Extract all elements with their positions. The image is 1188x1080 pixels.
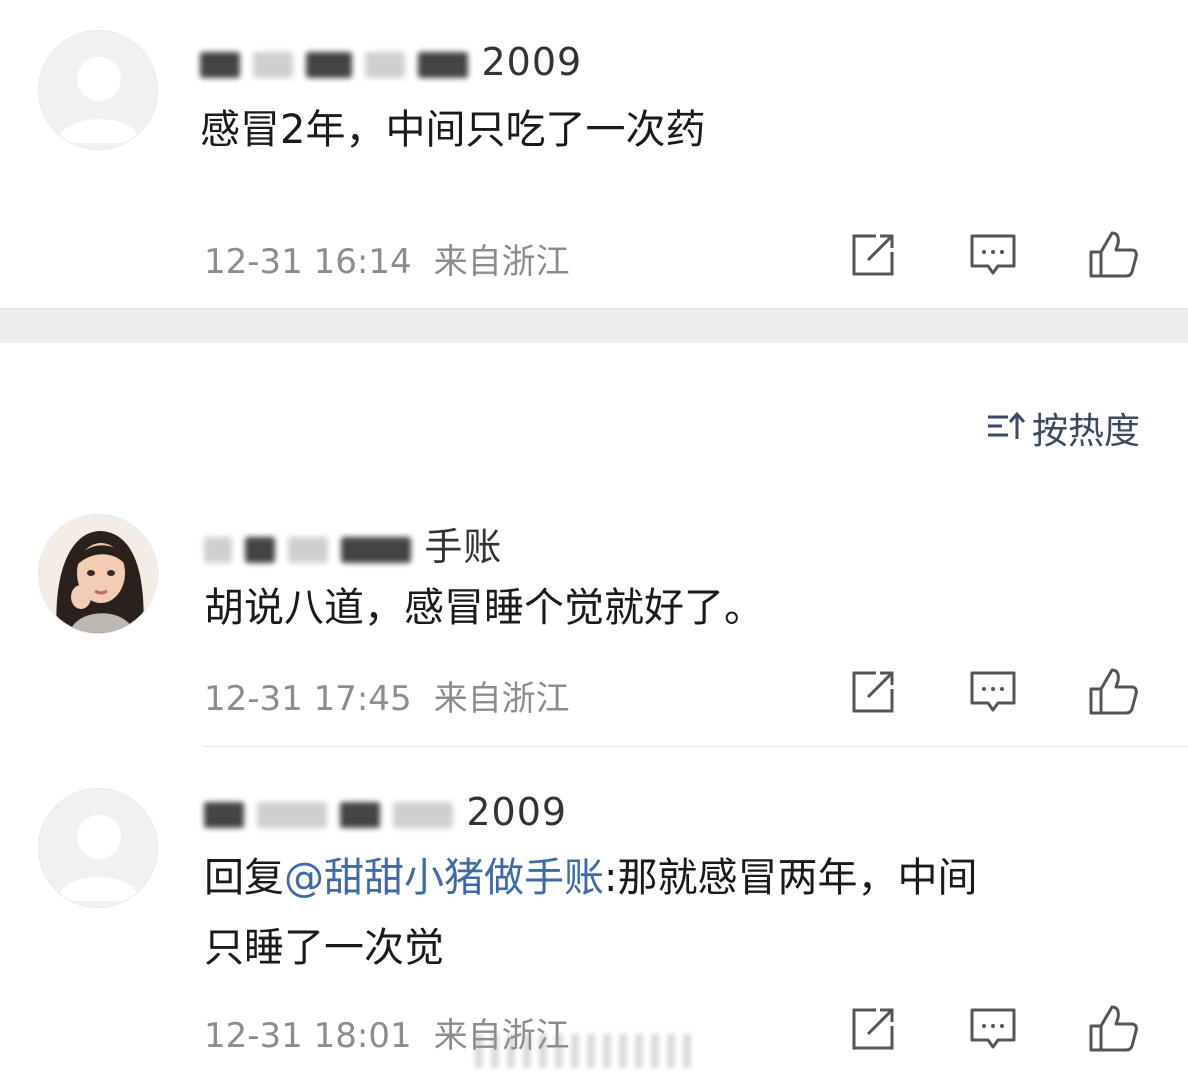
username-visible: 2009 [466, 790, 568, 834]
comment-text: 胡说八道，感冒睡个觉就好了。 [204, 585, 764, 631]
username[interactable]: 手账 [204, 516, 502, 571]
redacted-name-part [341, 536, 412, 563]
comment-time: 12-31 17:45 [204, 679, 412, 719]
comment-icon [970, 671, 1016, 712]
watermark-overlay [475, 1034, 695, 1068]
section-divider [0, 308, 1188, 343]
share-button[interactable] [846, 228, 900, 282]
comment-time: 12-31 18:01 [204, 1016, 412, 1056]
sort-label: 按热度 [1031, 411, 1140, 452]
comment-button[interactable] [966, 1002, 1020, 1056]
redacted-name-part [204, 801, 244, 828]
mention-link[interactable]: @甜甜小猪做手账 [284, 855, 604, 901]
default-avatar[interactable] [38, 788, 158, 908]
thumbs-up-icon [1089, 1005, 1138, 1052]
share-icon [852, 1008, 894, 1050]
redacted-name-part [340, 801, 381, 828]
comment-meta: 12-31 17:45 来自浙江 [204, 671, 570, 720]
share-icon [852, 671, 894, 713]
sort-by-hot-button[interactable]: 按热度 [986, 402, 1140, 454]
redacted-name-part [245, 536, 276, 563]
redacted-name-part [253, 51, 294, 78]
comment-location: 来自浙江 [433, 242, 570, 282]
username-visible: 2009 [481, 40, 583, 84]
comment-button[interactable] [966, 228, 1020, 282]
default-avatar[interactable] [38, 30, 158, 150]
reply-text-line-2: 只睡了一次觉 [204, 925, 444, 971]
redacted-name-part [306, 51, 353, 78]
like-button[interactable] [1086, 1002, 1140, 1056]
comment-icon [970, 1008, 1016, 1049]
comment-meta: 12-31 16:14 来自浙江 [204, 234, 570, 283]
share-button[interactable] [846, 1002, 900, 1056]
redacted-name-part [288, 536, 329, 563]
username-visible: 手账 [424, 525, 503, 569]
reply-text-line-1: 回复@甜甜小猪做手账:那就感冒两年，中间 [204, 846, 977, 910]
username[interactable]: 2009 [204, 790, 567, 834]
comment-time: 12-31 16:14 [204, 242, 412, 282]
reply-text: :那就感冒两年，中间 [604, 855, 978, 901]
comment-icon [970, 234, 1016, 275]
redacted-name-part [257, 801, 328, 828]
redacted-name-part [393, 801, 454, 828]
reply-prefix: 回复 [204, 855, 284, 901]
comment-text: 感冒2年，中间只吃了一次药 [200, 107, 706, 153]
user-avatar[interactable] [38, 514, 158, 634]
reply-divider [204, 746, 1188, 747]
sort-icon [986, 409, 1026, 452]
thumbs-up-icon [1089, 668, 1138, 715]
comment-location: 来自浙江 [433, 679, 570, 719]
like-button[interactable] [1086, 665, 1140, 719]
redacted-name-part [418, 51, 469, 78]
share-icon [852, 234, 894, 276]
redacted-name-part [200, 51, 240, 78]
thumbs-up-icon [1089, 231, 1138, 278]
redacted-name-part [204, 536, 232, 563]
share-button[interactable] [846, 665, 900, 719]
redacted-name-part [365, 51, 406, 78]
comment-button[interactable] [966, 665, 1020, 719]
like-button[interactable] [1086, 228, 1140, 282]
username[interactable]: 2009 [200, 40, 582, 84]
